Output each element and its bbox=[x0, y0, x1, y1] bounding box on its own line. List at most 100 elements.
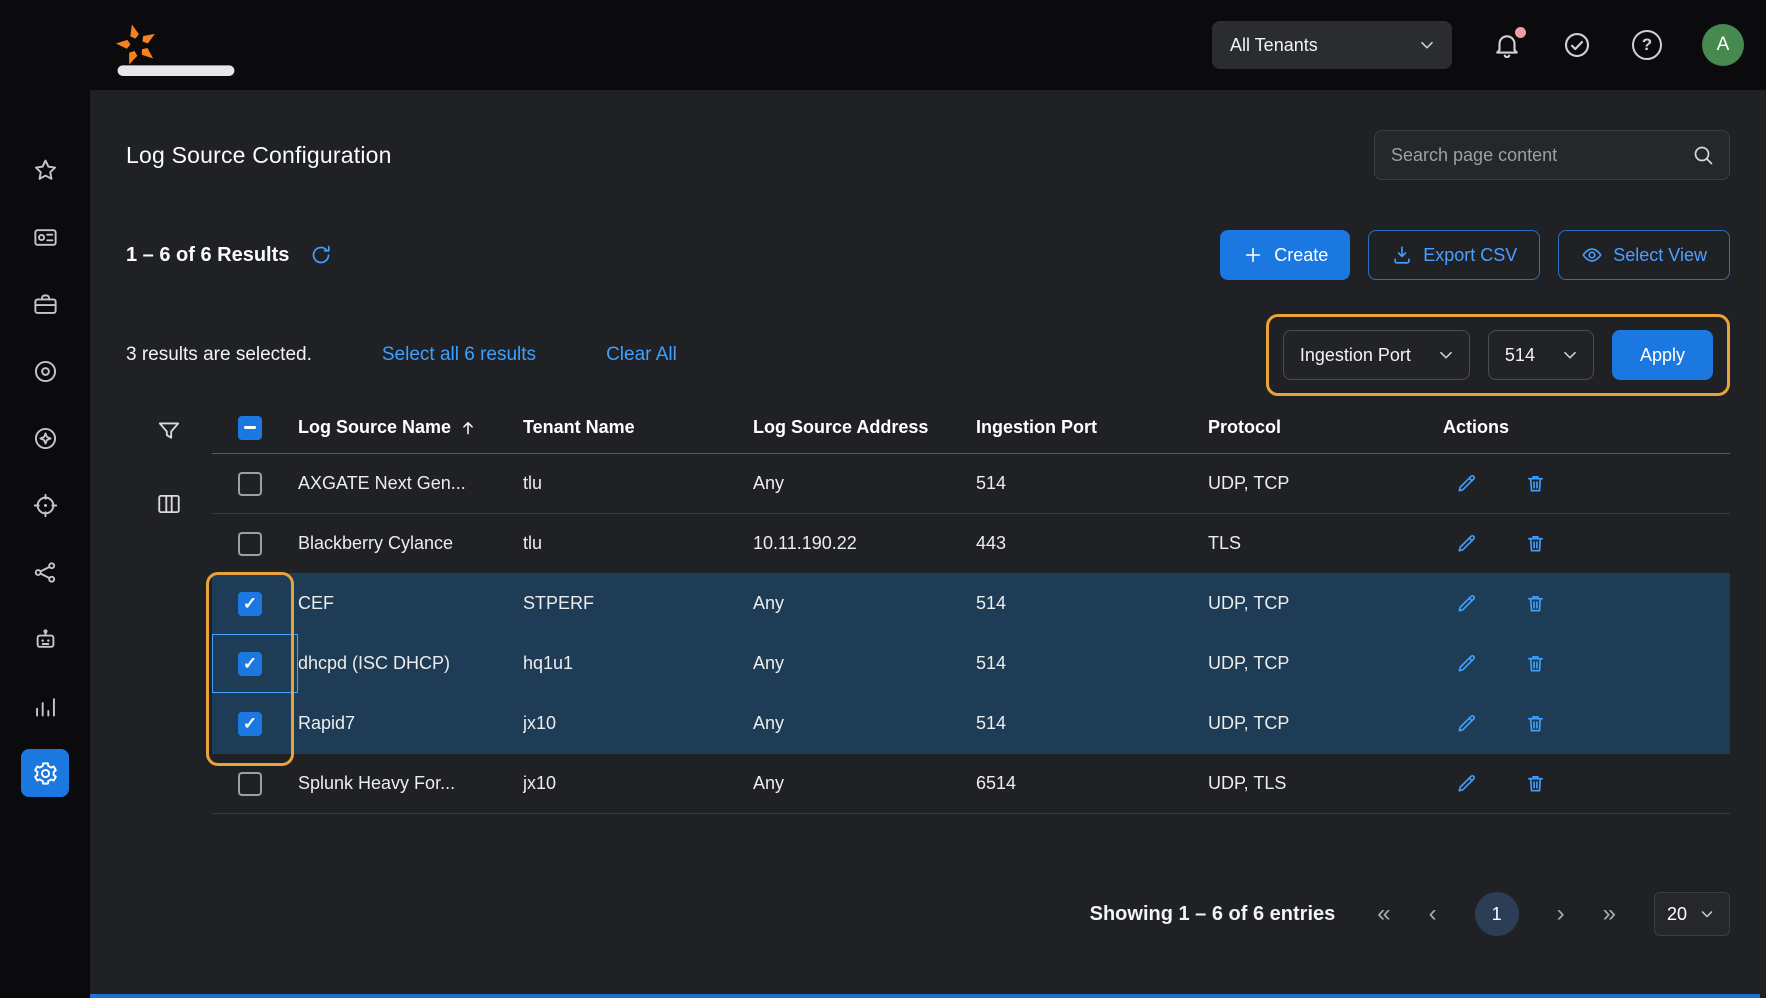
delete-icon[interactable] bbox=[1524, 652, 1547, 675]
first-page-icon[interactable]: « bbox=[1377, 902, 1390, 926]
edit-icon[interactable] bbox=[1455, 772, 1478, 795]
edit-icon[interactable] bbox=[1455, 472, 1478, 495]
protocol: UDP, TLS bbox=[1208, 773, 1443, 794]
column-header-log-source-name[interactable]: Log Source Name bbox=[298, 417, 523, 438]
delete-icon[interactable] bbox=[1524, 532, 1547, 555]
sidebar-item-disc[interactable] bbox=[21, 347, 69, 395]
sidebar-item-cases[interactable] bbox=[21, 280, 69, 328]
delete-icon[interactable] bbox=[1524, 592, 1547, 615]
top-bar: All Tenants ? A bbox=[0, 0, 1766, 90]
sidebar-item-automation[interactable] bbox=[21, 615, 69, 663]
row-checkbox-cell[interactable] bbox=[212, 454, 298, 513]
export-csv-button[interactable]: Export CSV bbox=[1368, 230, 1540, 280]
select-view-button[interactable]: Select View bbox=[1558, 230, 1730, 280]
log-source-name: dhcpd (ISC DHCP) bbox=[298, 653, 523, 674]
log-source-name: CEF bbox=[298, 593, 523, 614]
table-row[interactable]: Blackberry Cylance tlu 10.11.190.22 443 … bbox=[212, 514, 1730, 574]
table-row[interactable]: CEF STPERF Any 514 UDP, TCP bbox=[212, 574, 1730, 634]
sort-ascending-icon[interactable] bbox=[459, 419, 477, 437]
edit-icon[interactable] bbox=[1455, 652, 1478, 675]
tasks-check-icon[interactable] bbox=[1562, 30, 1592, 60]
log-source-address: Any bbox=[753, 653, 976, 674]
column-header-protocol[interactable]: Protocol bbox=[1208, 417, 1443, 438]
last-page-icon[interactable]: » bbox=[1603, 902, 1616, 926]
row-checkbox[interactable] bbox=[238, 472, 262, 496]
sidebar-item-settings[interactable] bbox=[21, 749, 69, 797]
bulk-value-dropdown[interactable]: 514 bbox=[1488, 330, 1594, 380]
column-header-log-source-address[interactable]: Log Source Address bbox=[753, 417, 976, 438]
column-label: Protocol bbox=[1208, 417, 1281, 438]
row-checkbox[interactable] bbox=[238, 532, 262, 556]
table-row[interactable]: dhcpd (ISC DHCP) hq1u1 Any 514 UDP, TCP bbox=[212, 634, 1730, 694]
main-content: Log Source Configuration 1 – 6 of 6 Resu… bbox=[90, 90, 1766, 998]
refresh-icon[interactable] bbox=[309, 243, 333, 267]
showing-entries-text: Showing 1 – 6 of 6 entries bbox=[1090, 903, 1336, 926]
select-all-checkbox[interactable] bbox=[238, 416, 262, 440]
avatar-initial: A bbox=[1717, 34, 1730, 56]
row-checkbox[interactable] bbox=[238, 772, 262, 796]
delete-icon[interactable] bbox=[1524, 472, 1547, 495]
column-label: Tenant Name bbox=[523, 417, 635, 438]
hamburger-menu-icon[interactable] bbox=[26, 30, 56, 60]
chevron-down-icon bbox=[1435, 344, 1457, 366]
sidebar-item-detections[interactable] bbox=[21, 481, 69, 529]
next-page-icon[interactable]: › bbox=[1557, 902, 1565, 926]
search-input[interactable] bbox=[1391, 145, 1691, 166]
sidebar-item-cards[interactable] bbox=[21, 213, 69, 261]
bulk-field-dropdown[interactable]: Ingestion Port bbox=[1283, 330, 1470, 380]
table-header-row: Log Source Name Tenant Name Log Source A… bbox=[212, 402, 1730, 454]
column-label: Ingestion Port bbox=[976, 417, 1097, 438]
columns-icon[interactable] bbox=[156, 491, 182, 517]
edit-icon[interactable] bbox=[1455, 712, 1478, 735]
row-checkbox-cell[interactable] bbox=[212, 514, 298, 573]
column-header-ingestion-port[interactable]: Ingestion Port bbox=[976, 417, 1208, 438]
sidebar-item-analytics[interactable] bbox=[21, 682, 69, 730]
notifications-button[interactable] bbox=[1492, 30, 1522, 60]
create-button[interactable]: Create bbox=[1220, 230, 1350, 280]
ingestion-port: 514 bbox=[976, 473, 1208, 494]
row-checkbox[interactable] bbox=[238, 652, 262, 676]
table-row[interactable]: Rapid7 jx10 Any 514 UDP, TCP bbox=[212, 694, 1730, 754]
download-icon bbox=[1391, 244, 1413, 266]
column-header-tenant-name[interactable]: Tenant Name bbox=[523, 417, 753, 438]
edit-icon[interactable] bbox=[1455, 532, 1478, 555]
table-row[interactable]: Splunk Heavy For... jx10 Any 6514 UDP, T… bbox=[212, 754, 1730, 814]
column-label: Log Source Name bbox=[298, 417, 451, 438]
log-source-name: Blackberry Cylance bbox=[298, 533, 523, 554]
page-size-dropdown[interactable]: 20 bbox=[1654, 892, 1730, 936]
row-checkbox[interactable] bbox=[238, 712, 262, 736]
help-button[interactable]: ? bbox=[1632, 30, 1662, 60]
brand-logo[interactable] bbox=[114, 22, 160, 68]
select-view-label: Select View bbox=[1613, 245, 1707, 266]
select-all-link[interactable]: Select all 6 results bbox=[382, 344, 536, 366]
bulk-edit-highlight-box: Ingestion Port 514 Apply bbox=[1266, 314, 1730, 396]
row-checkbox-cell[interactable] bbox=[212, 694, 298, 753]
select-all-checkbox-cell[interactable] bbox=[212, 402, 298, 453]
sidebar-item-correlations[interactable] bbox=[21, 548, 69, 596]
sidebar-item-explore[interactable] bbox=[21, 414, 69, 462]
clear-all-link[interactable]: Clear All bbox=[606, 344, 677, 366]
row-checkbox-cell[interactable] bbox=[212, 754, 298, 813]
user-avatar[interactable]: A bbox=[1702, 24, 1744, 66]
edit-icon[interactable] bbox=[1455, 592, 1478, 615]
prev-page-icon[interactable]: ‹ bbox=[1429, 902, 1437, 926]
current-page-button[interactable]: 1 bbox=[1475, 892, 1519, 936]
pagination: « ‹ 1 › » 20 bbox=[1377, 892, 1730, 936]
row-checkbox[interactable] bbox=[238, 592, 262, 616]
delete-icon[interactable] bbox=[1524, 772, 1547, 795]
table-row[interactable]: AXGATE Next Gen... tlu Any 514 UDP, TCP bbox=[212, 454, 1730, 514]
disc-icon bbox=[32, 358, 59, 385]
apply-button[interactable]: Apply bbox=[1612, 330, 1713, 380]
filter-icon[interactable] bbox=[156, 418, 182, 444]
search-icon[interactable] bbox=[1691, 143, 1715, 167]
row-checkbox-cell[interactable] bbox=[212, 574, 298, 633]
sidebar-item-favorites[interactable] bbox=[21, 146, 69, 194]
compass-icon bbox=[32, 425, 59, 452]
log-source-address: 10.11.190.22 bbox=[753, 533, 976, 554]
log-source-name: AXGATE Next Gen... bbox=[298, 473, 523, 494]
delete-icon[interactable] bbox=[1524, 712, 1547, 735]
apply-button-label: Apply bbox=[1640, 345, 1685, 366]
ingestion-port: 443 bbox=[976, 533, 1208, 554]
tenant-selector[interactable]: All Tenants bbox=[1212, 21, 1452, 69]
row-checkbox-cell[interactable] bbox=[212, 634, 298, 693]
